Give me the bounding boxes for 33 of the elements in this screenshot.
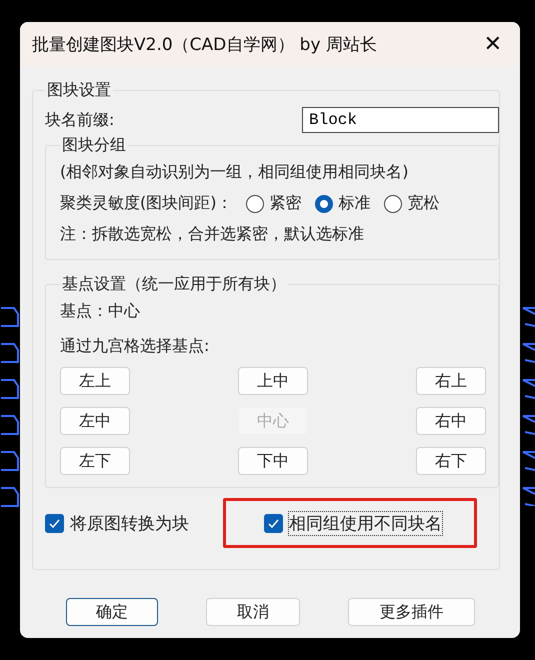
grid-button[interactable]: 左中 [60,407,130,435]
radio-icon[interactable] [246,194,264,212]
field-label: 块名前缀: [45,110,114,130]
close-button[interactable]: ✕ [480,32,506,56]
radio-option[interactable]: 宽松 [384,193,440,214]
window-title: 批量创建图块V2.0（CAD自学网） by 周站长 [32,34,377,56]
checkbox[interactable] [264,514,283,532]
highlighted-checkbox-option[interactable]: 相同组使用不同块名 [223,498,477,548]
status-text: 基点：中心 [60,301,141,322]
grid-button[interactable]: 右下 [416,447,486,475]
grid-button[interactable]: 右上 [416,367,486,395]
checkbox-option[interactable]: 将原图转换为块 [45,498,189,548]
group-title: 基点设置（统一应用于所有块） [61,274,287,295]
grid-button[interactable]: 左上 [60,367,130,395]
grid-button[interactable]: 右中 [416,407,486,435]
grid-button[interactable]: 左下 [60,447,130,475]
group-title: 图块分组 [61,135,127,156]
note-text: 注：拆散选宽松，合并选紧密，默认选标准 [60,224,365,245]
radio-option[interactable]: 标准 [315,193,370,214]
radio-icon[interactable] [315,194,334,212]
grid-button[interactable]: 下中 [238,447,308,475]
checkbox[interactable] [45,514,64,532]
dialog-button[interactable]: 更多插件 [348,598,475,626]
group-title: 图块设置 [46,80,112,101]
description-text: (相邻对象自动识别为一组，相同组使用相同块名) [60,162,410,183]
field-label: 通过九宫格选择基点: [60,336,210,357]
grid-button[interactable]: 上中 [238,367,308,395]
field-label: 聚类灵敏度(图块间距)： [60,193,232,214]
dialog-button[interactable]: 确定 [66,598,158,626]
dialog-button[interactable]: 取消 [206,598,300,626]
radio-option[interactable]: 紧密 [246,193,302,214]
input-field[interactable]: Block [302,107,499,133]
radio-icon[interactable] [384,194,402,212]
